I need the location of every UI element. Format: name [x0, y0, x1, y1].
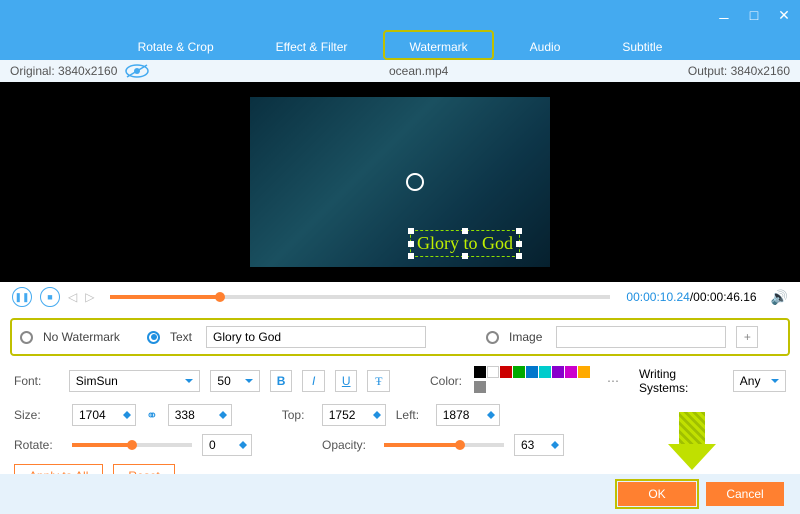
file-name: ocean.mp4	[149, 64, 687, 78]
titlebar: _ □ ✕	[0, 0, 800, 30]
add-image-button[interactable]: +	[736, 326, 758, 348]
timeline-slider[interactable]	[110, 295, 610, 299]
footer: OK Cancel	[0, 474, 800, 514]
top-input[interactable]: 1752	[322, 404, 386, 426]
tab-watermark[interactable]: Watermark	[383, 30, 493, 60]
ok-button[interactable]: OK	[618, 482, 696, 506]
label-no-watermark: No Watermark	[43, 330, 133, 344]
opacity-input[interactable]: 63	[514, 434, 564, 456]
tab-audio[interactable]: Audio	[504, 30, 587, 60]
rotate-input[interactable]: 0	[202, 434, 252, 456]
color-swatch[interactable]	[552, 366, 564, 378]
info-bar: Original: 3840x2160 ocean.mp4 Output: 38…	[0, 60, 800, 82]
color-swatch[interactable]	[487, 366, 499, 378]
label-image: Image	[509, 330, 542, 344]
italic-button[interactable]: I	[302, 370, 325, 392]
stop-button[interactable]: ■	[40, 287, 60, 307]
rotate-label: Rotate:	[14, 438, 62, 452]
writing-label: Writing Systems:	[639, 367, 723, 395]
image-watermark-input[interactable]	[556, 326, 726, 348]
pause-button[interactable]: ❚❚	[12, 287, 32, 307]
minimize-button[interactable]: _	[716, 4, 732, 20]
maximize-button[interactable]: □	[746, 7, 762, 23]
playback-controls: ❚❚ ■ ◁ ▷ 00:00:10.24/00:00:46.16 🔊	[0, 282, 800, 312]
font-family-select[interactable]: SimSun	[69, 370, 201, 392]
output-resolution: Output: 3840x2160	[688, 64, 790, 78]
color-swatch[interactable]	[500, 366, 512, 378]
width-input[interactable]: 1704	[72, 404, 136, 426]
tab-rotate-crop[interactable]: Rotate & Crop	[112, 30, 240, 60]
color-swatch[interactable]	[539, 366, 551, 378]
center-marker-icon	[406, 173, 424, 191]
strikethrough-button[interactable]: Ŧ	[367, 370, 390, 392]
original-resolution: Original: 3840x2160	[10, 64, 117, 78]
watermark-overlay-text: Glory to God	[417, 233, 513, 253]
radio-image[interactable]	[486, 331, 499, 344]
color-swatch[interactable]	[513, 366, 525, 378]
tab-subtitle[interactable]: Subtitle	[596, 30, 688, 60]
cancel-button[interactable]: Cancel	[706, 482, 784, 506]
size-label: Size:	[14, 408, 62, 422]
prev-frame-button[interactable]: ◁	[68, 290, 77, 304]
color-swatch[interactable]	[474, 381, 486, 393]
writing-systems-select[interactable]: Any	[733, 370, 786, 392]
next-frame-button[interactable]: ▷	[85, 290, 94, 304]
font-label: Font:	[14, 374, 59, 388]
link-aspect-icon[interactable]: ⚭	[146, 407, 158, 424]
font-size-select[interactable]: 50	[210, 370, 259, 392]
color-swatch[interactable]	[474, 366, 486, 378]
opacity-label: Opacity:	[322, 438, 374, 452]
color-swatch[interactable]	[565, 366, 577, 378]
video-preview: Glory to God	[0, 82, 800, 282]
color-swatch[interactable]	[526, 366, 538, 378]
color-swatch[interactable]	[578, 366, 590, 378]
left-label: Left:	[396, 408, 426, 422]
color-swatches[interactable]	[474, 366, 595, 396]
opacity-slider[interactable]	[384, 443, 504, 447]
video-frame[interactable]: Glory to God	[250, 97, 550, 267]
close-button[interactable]: ✕	[776, 7, 792, 23]
volume-icon[interactable]: 🔊	[771, 289, 788, 306]
top-label: Top:	[282, 408, 312, 422]
text-watermark-input[interactable]	[206, 326, 426, 348]
watermark-overlay[interactable]: Glory to God	[410, 230, 520, 257]
radio-no-watermark[interactable]	[20, 331, 33, 344]
left-input[interactable]: 1878	[436, 404, 500, 426]
color-label: Color:	[430, 374, 464, 388]
radio-text[interactable]	[147, 331, 160, 344]
more-colors-icon[interactable]: ⋯	[607, 374, 619, 388]
bold-button[interactable]: B	[270, 370, 293, 392]
watermark-type-row: No Watermark Text Image +	[10, 318, 790, 356]
label-text: Text	[170, 330, 192, 344]
underline-button[interactable]: U	[335, 370, 358, 392]
time-display: 00:00:10.24/00:00:46.16	[626, 290, 756, 304]
tabbar: Rotate & Crop Effect & Filter Watermark …	[0, 30, 800, 60]
height-input[interactable]: 338	[168, 404, 232, 426]
rotate-slider[interactable]	[72, 443, 192, 447]
tab-effect-filter[interactable]: Effect & Filter	[250, 30, 374, 60]
preview-toggle-icon[interactable]	[125, 64, 149, 78]
